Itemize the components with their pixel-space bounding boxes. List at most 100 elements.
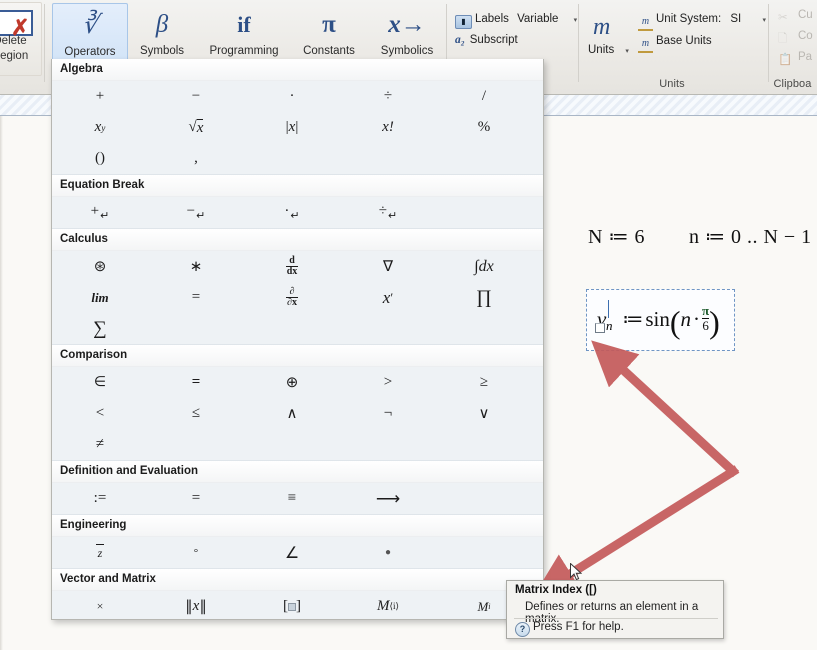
operator-square-root[interactable]: √x	[148, 112, 244, 143]
operator-less-than[interactable]: <	[52, 398, 148, 429]
operator-conjugate[interactable]: z	[52, 537, 148, 568]
operator-derivative[interactable]: ddx	[244, 251, 340, 282]
operator-inline-divide[interactable]: /	[436, 81, 532, 112]
operator-greater-or-equal[interactable]: ≥	[436, 367, 532, 398]
operator-equals-calc[interactable]: =	[148, 282, 244, 313]
operator-summation[interactable]: ∑	[52, 313, 148, 344]
operator-partial-derivative[interactable]: ∂∂x	[244, 282, 340, 313]
operator-row: (),	[52, 143, 543, 174]
chevron-down-icon-labels[interactable]: ▾	[574, 17, 578, 24]
section-body-vector-and-matrix: ×∥x∥[]M⟨i⟩MiM̂MT1..n1,3..n→V	[52, 591, 543, 620]
operator-multiply[interactable]: ·	[244, 81, 340, 112]
section-body-equation-break: +↵−↵·↵÷↵	[52, 197, 543, 229]
operator-matrix-column[interactable]: M⟨i⟩	[340, 591, 436, 620]
operator-limit[interactable]: lim	[52, 282, 148, 313]
operator-parentheses[interactable]: ()	[52, 143, 148, 174]
assign-operator: ≔	[622, 307, 643, 331]
operator-magnitude[interactable]: ∥x∥	[148, 591, 244, 620]
labels-control[interactable]: ▮Labels Variable ▾	[455, 13, 577, 29]
tab-programming-label: Programming	[198, 45, 290, 57]
equation-v-definition: v≔sin(n·π6)	[597, 304, 720, 341]
clipboard-group: ✂Cu 🗋Co 📋Pa Clipboa	[768, 0, 817, 92]
operator-break-divide[interactable]: ÷↵	[340, 197, 436, 228]
operator-divide[interactable]: ÷	[340, 81, 436, 112]
operator-break-plus[interactable]: +↵	[52, 197, 148, 228]
tooltip-divider	[514, 618, 718, 619]
operator-product[interactable]: ∏	[436, 282, 532, 313]
selected-math-region[interactable]: v≔sin(n·π6) n	[586, 289, 735, 351]
copy-button[interactable]: 🗋 Co	[778, 30, 813, 45]
operator-nabla[interactable]: ∇	[340, 251, 436, 282]
copy-icon: 🗋	[778, 31, 794, 45]
subscript-button[interactable]: a₂Subscript	[455, 34, 518, 46]
labels-value: Variable	[517, 13, 558, 25]
operator-range-sum[interactable]: ⊛	[52, 251, 148, 282]
paste-button[interactable]: 📋Pa	[778, 51, 812, 66]
subscript-icon: a₂	[455, 34, 465, 46]
delete-region-button[interactable]: ✗ Delete Region	[0, 2, 42, 76]
scissors-icon: ✂	[778, 10, 794, 24]
operator-break-minus[interactable]: −↵	[148, 197, 244, 228]
text-caret	[608, 300, 609, 318]
equation-n-range[interactable]: n ≔ 0 .. N − 1	[689, 226, 812, 248]
open-paren: (	[670, 304, 681, 340]
operator-cross-product[interactable]: ×	[52, 591, 148, 620]
operator-row: ∑	[52, 313, 543, 344]
operator-evaluation[interactable]: =	[148, 483, 244, 514]
chevron-down-icon-unit-system[interactable]: ▾	[762, 17, 766, 24]
delete-region-label-line2: Region	[0, 50, 41, 62]
chevron-down-icon-units[interactable]: ▾	[625, 48, 629, 55]
operator-or[interactable]: ∨	[436, 398, 532, 429]
operator-not-equal[interactable]: ≠	[52, 429, 148, 460]
units-group-label: Units	[578, 78, 766, 90]
operator-element-of[interactable]: ∈	[52, 367, 148, 398]
operator-global-definition[interactable]: ≡	[244, 483, 340, 514]
units-button[interactable]: Units ▾	[588, 44, 629, 56]
operator-not[interactable]: ¬	[340, 398, 436, 429]
operator-less-or-equal[interactable]: ≤	[148, 398, 244, 429]
operator-minus[interactable]: −	[148, 81, 244, 112]
operator-power[interactable]: xy	[52, 112, 148, 143]
operator-definition[interactable]: :=	[52, 483, 148, 514]
empty-placeholder[interactable]	[595, 323, 605, 333]
operator-symbolic-evaluation[interactable]: ⟶	[340, 483, 436, 514]
operator-bold-equals[interactable]: =	[148, 367, 244, 398]
tooltip-title: Matrix Index ([)	[515, 584, 597, 596]
tooltip-help-text: Press F1 for help.	[533, 621, 624, 633]
units-group: m Units ▾ mUnit System: SI ▾ mBase Units…	[578, 0, 766, 92]
operator-row: +−·÷/	[52, 81, 543, 112]
units-button-label: Units	[588, 44, 614, 56]
operator-matrix-insert[interactable]: []	[244, 591, 340, 620]
unit-system-icon: m	[638, 17, 653, 31]
operator-row: xy√x|x|x!%	[52, 112, 543, 143]
operator-degree[interactable]: °	[148, 537, 244, 568]
unit-system-control[interactable]: mUnit System: SI ▾	[638, 13, 766, 31]
operator-plus[interactable]: +	[52, 81, 148, 112]
operator-percent[interactable]: %	[436, 112, 532, 143]
operator-row: ×∥x∥[]M⟨i⟩Mi	[52, 591, 543, 620]
operator-xor[interactable]: ⊕	[244, 367, 340, 398]
operator-factorial[interactable]: x!	[340, 112, 436, 143]
cut-button[interactable]: ✂ Cu	[778, 9, 813, 24]
operator-dot-operator[interactable]: ●	[340, 537, 436, 568]
section-header-engineering: Engineering	[52, 515, 543, 537]
operator-indefinite-integral[interactable]: ∫dx	[436, 251, 532, 282]
base-units-button[interactable]: mBase Units	[638, 35, 712, 53]
operator-and[interactable]: ∧	[244, 398, 340, 429]
equation-N[interactable]: N ≔ 6	[588, 226, 645, 248]
cube-root-icon: ∛	[53, 4, 127, 46]
operator-greater-than[interactable]: >	[340, 367, 436, 398]
sin-function: sin	[645, 307, 670, 331]
operator-prime-derivative[interactable]: x′	[340, 282, 436, 313]
section-body-comparison: ∈=⊕>≥ <≤∧¬∨ ≠	[52, 367, 543, 461]
operator-absolute-value[interactable]: |x|	[244, 112, 340, 143]
operator-asterisk[interactable]: ∗	[148, 251, 244, 282]
cut-label: Cu	[798, 9, 813, 21]
worksheet-equations-row[interactable]: N ≔ 6 n ≔ 0 .. N − 1	[588, 224, 812, 249]
operator-angle[interactable]: ∠	[244, 537, 340, 568]
operator-break-multiply[interactable]: ·↵	[244, 197, 340, 228]
copy-label: Co	[798, 30, 813, 42]
operators-gallery-panel[interactable]: Algebra+−·÷/xy√x|x|x!%(),Equation Break+…	[51, 59, 544, 620]
operator-comma[interactable]: ,	[148, 143, 244, 174]
section-header-equation-break: Equation Break	[52, 175, 543, 197]
